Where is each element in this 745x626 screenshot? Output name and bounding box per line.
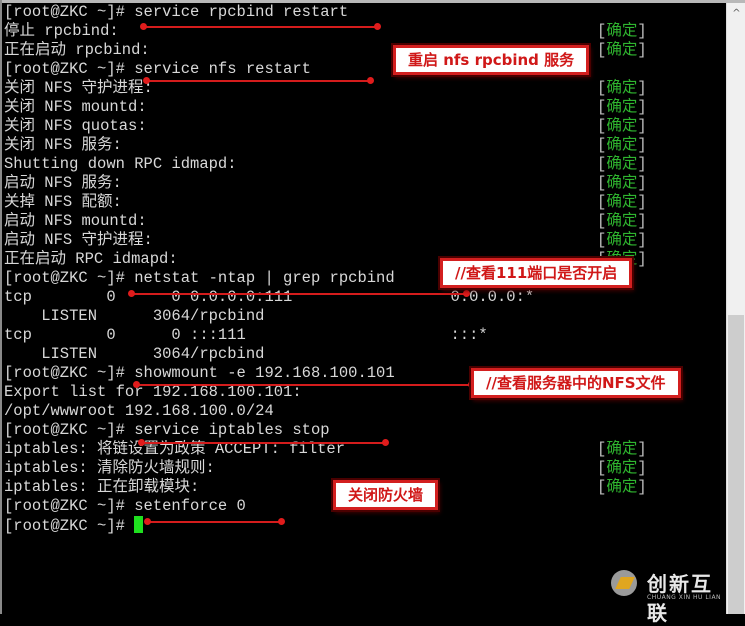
watermark-logo: 创新互联 CHUANG XIN HU LIAN [611,568,731,625]
terminal-line: 启动 NFS 守护进程: [4,231,153,249]
annotation-dot [374,23,381,30]
annotation-dot [278,518,285,525]
status-ok: [确定] [597,136,647,154]
annotation-dot [133,381,140,388]
annotation-underline [136,384,472,386]
annotation-check-port: //查看111端口是否开启 [440,258,633,288]
scroll-up-arrow-icon[interactable]: ^ [727,7,745,21]
status-ok: [确定] [597,212,647,230]
terminal-line: 停止 rpcbind: [4,22,119,40]
annotation-restart-services: 重启 nfs rpcbind 服务 [393,45,590,75]
watermark-subtitle: CHUANG XIN HU LIAN [647,594,722,601]
brand-logo-icon [611,570,637,596]
status-ok: [确定] [597,79,647,97]
terminal-line: [root@ZKC ~]# service rpcbind restart [4,3,349,21]
annotation-dot [140,23,147,30]
prompt: [root@ZKC ~]# [4,517,135,535]
terminal-line: /opt/wwwroot 192.168.100.0/24 [4,402,274,420]
annotation-dot [143,77,150,84]
vertical-scrollbar[interactable]: ^ [726,3,745,614]
terminal-line: [root@ZKC ~]# service iptables stop [4,421,330,439]
status-ok: [确定] [597,98,647,116]
status-ok: [确定] [597,174,647,192]
status-ok: [确定] [597,155,647,173]
terminal-output[interactable]: [root@ZKC ~]# service rpcbind restart 停止… [4,3,726,614]
terminal-line: tcp 0 0 0.0.0.0:111 0.0.0.0:* [4,288,535,306]
status-ok: [确定] [597,117,647,135]
terminal-line: 启动 NFS 服务: [4,174,122,192]
terminal-line: 启动 NFS mountd: [4,212,147,230]
terminal-line: 正在启动 RPC idmapd: [4,250,178,268]
status-ok: [确定] [597,41,647,59]
status-ok: [确定] [597,478,647,496]
annotation-dot [128,290,135,297]
status-ok: [确定] [597,193,647,211]
annotation-underline [131,293,467,295]
terminal-line: LISTEN 3064/rpcbind [4,307,265,325]
annotation-dot [144,518,151,525]
terminal-line: 关闭 NFS 守护进程: [4,79,153,97]
terminal-line: [root@ZKC ~]# showmount -e 192.168.100.1… [4,364,395,382]
terminal-line: [root@ZKC ~]# setenforce 0 [4,497,246,515]
terminal-line: 正在启动 rpcbind: [4,41,150,59]
terminal-line: Shutting down RPC idmapd: [4,155,237,173]
terminal-line: 关闭 NFS quotas: [4,117,147,135]
terminal-line: tcp 0 0 :::111 :::* [4,326,488,344]
annotation-dot [382,439,389,446]
terminal-prompt-line[interactable]: [root@ZKC ~]# [4,516,144,535]
annotation-underline [147,521,282,523]
terminal-line: [root@ZKC ~]# service nfs restart [4,60,311,78]
annotation-check-exports: //查看服务器中的NFS文件 [471,368,681,398]
status-ok: [确定] [597,440,647,458]
status-ok: [确定] [597,22,647,40]
annotation-disable-firewall: 关闭防火墙 [333,480,439,510]
terminal-line: 关闭 NFS mountd: [4,98,147,116]
terminal-line: LISTEN 3064/rpcbind [4,345,265,363]
annotation-underline [141,442,386,444]
terminal-line: iptables: 正在卸载模块: [4,478,200,496]
annotation-dot [463,290,470,297]
terminal-line: iptables: 清除防火墙规则: [4,459,215,477]
terminal-line: 关掉 NFS 配额: [4,193,122,211]
status-ok: [确定] [597,459,647,477]
annotation-dot [367,77,374,84]
window-left-border [0,0,2,614]
text-cursor [134,516,144,533]
terminal-line: 关闭 NFS 服务: [4,136,122,154]
annotation-underline [146,80,371,82]
status-ok: [确定] [597,231,647,249]
terminal-line: [root@ZKC ~]# netstat -ntap | grep rpcbi… [4,269,395,287]
annotation-underline [143,26,378,28]
annotation-dot [138,439,145,446]
